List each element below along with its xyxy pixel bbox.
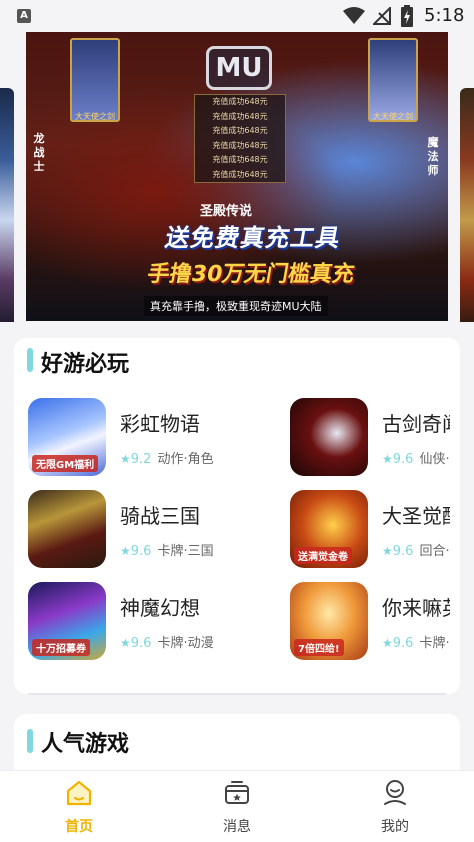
game-name: 彩虹物语 xyxy=(120,412,200,436)
previous-banner-peek[interactable] xyxy=(0,88,14,322)
banner-game-logo: MU xyxy=(206,46,272,90)
section-title: 好游必玩 xyxy=(41,352,130,377)
message-box-icon xyxy=(225,781,249,804)
game-meta: ★9.6 仙侠·角色 xyxy=(382,448,450,467)
thumbnail-promo-text: 无限GM福利 xyxy=(32,455,99,472)
game-item[interactable]: 古剑奇闻录 ★9.6 仙侠·角色 xyxy=(290,398,450,476)
banner-class-tag-right: 魔法师 xyxy=(427,136,439,177)
banner-hero-card-left: 大天使之剑 xyxy=(70,38,120,122)
game-name: 大圣觉醒 xyxy=(382,504,450,528)
section-accent-bar xyxy=(27,729,33,753)
banner-card-caption: 大天使之剑 xyxy=(373,112,413,121)
game-rating: 9.6 xyxy=(392,452,414,467)
banner-slogan-secondary: 手撸30万无门槛真充 xyxy=(145,262,357,287)
game-thumbnail[interactable]: 无限GM福利 xyxy=(28,398,106,476)
game-rating: 9.6 xyxy=(392,544,414,559)
banner-class-tag-left: 龙战士 xyxy=(33,132,45,173)
section-title: 人气游戏 xyxy=(41,732,130,757)
game-thumbnail[interactable]: 7倍四给! xyxy=(290,582,368,660)
thumbnail-promo-text: 7倍四给! xyxy=(294,639,344,656)
rating-star-icon: ★ xyxy=(382,544,393,558)
clock: 5:18 xyxy=(424,5,465,26)
battery-charging-icon xyxy=(401,5,413,27)
sim-indicator-icon: A xyxy=(17,9,31,23)
tab-home[interactable]: 首页 xyxy=(39,779,119,839)
game-name: 你来嘛英雄 xyxy=(382,596,450,620)
game-meta: ★9.6 卡牌·动漫 xyxy=(120,632,214,651)
banner-hero-card-right: 大天使之剑 xyxy=(368,38,418,122)
game-name: 古剑奇闻录 xyxy=(382,412,450,436)
game-rating: 9.6 xyxy=(392,636,414,651)
game-thumbnail[interactable] xyxy=(28,490,106,568)
tab-profile[interactable]: 我的 xyxy=(355,779,435,839)
recharge-log-line: 充值成功648元 xyxy=(212,169,268,179)
recharge-log-line: 充值成功648元 xyxy=(212,155,268,164)
game-tags: 卡牌·动漫 xyxy=(157,636,214,651)
game-name: 神魔幻想 xyxy=(120,596,200,620)
game-tags: 动作·角色 xyxy=(157,452,214,467)
no-signal-icon xyxy=(373,7,391,25)
next-banner-peek[interactable] xyxy=(460,88,474,322)
game-name: 骑战三国 xyxy=(120,504,200,528)
game-thumbnail[interactable] xyxy=(290,398,368,476)
status-bar: A 5:18 xyxy=(0,0,474,32)
game-thumbnail[interactable]: 送满觉金卷 xyxy=(290,490,368,568)
section-accent-bar xyxy=(27,348,33,372)
game-tags: 仙侠·角色 xyxy=(419,452,450,467)
game-meta: ★9.6 卡牌·动漫 xyxy=(382,632,450,651)
home-icon xyxy=(66,780,92,806)
recharge-log-line: 充值成功648元 xyxy=(212,126,268,135)
game-meta: ★9.6 回合·西游 xyxy=(382,540,450,559)
banner-recharge-log: 充值成功648元 充值成功648元 充值成功648元 充值成功648元 充值成功… xyxy=(194,94,286,183)
tab-messages[interactable]: 消息 xyxy=(197,779,277,839)
recharge-log-line: 充值成功648元 xyxy=(212,97,268,106)
banner-carousel[interactable]: 大天使之剑 MU 大天使之剑 充值成功648元 充值成功648元 充值成功648… xyxy=(0,32,474,322)
tab-label: 首页 xyxy=(65,819,93,835)
tab-label: 消息 xyxy=(223,819,251,835)
tab-label: 我的 xyxy=(381,819,409,835)
game-meta: ★9.6 卡牌·三国 xyxy=(120,540,214,559)
wifi-icon xyxy=(343,7,365,24)
game-item[interactable]: 7倍四给! 你来嘛英雄 ★9.6 卡牌·动漫 xyxy=(290,582,450,660)
bottom-tab-bar: 首页 消息 我的 xyxy=(0,770,474,842)
thumbnail-promo-text: 十万招募券 xyxy=(32,639,90,656)
game-thumbnail[interactable]: 十万招募券 xyxy=(28,582,106,660)
banner-slide[interactable]: 大天使之剑 MU 大天使之剑 充值成功648元 充值成功648元 充值成功648… xyxy=(26,32,448,321)
section-divider xyxy=(28,693,446,695)
game-rating: 9.6 xyxy=(130,544,152,559)
game-item[interactable]: 送满觉金卷 大圣觉醒 ★9.6 回合·西游 xyxy=(290,490,450,568)
game-tags: 卡牌·三国 xyxy=(157,544,214,559)
game-item[interactable]: 骑战三国 ★9.6 卡牌·三国 xyxy=(28,490,218,568)
banner-card-caption: 大天使之剑 xyxy=(75,112,115,121)
game-tags: 卡牌·动漫 xyxy=(419,636,450,651)
recharge-log-line: 充值成功648元 xyxy=(212,111,268,121)
banner-slogan-primary: 送免费真充工具 xyxy=(163,224,344,252)
banner-footer-text: 真充靠手撸，极致重现奇迹MU大陆 xyxy=(144,296,328,316)
game-tags: 回合·西游 xyxy=(419,544,450,559)
rating-star-icon: ★ xyxy=(382,636,393,650)
profile-icon xyxy=(384,780,406,805)
banner-subtitle: 圣殿传说 xyxy=(200,204,253,219)
game-item[interactable]: 十万招募券 神魔幻想 ★9.6 卡牌·动漫 xyxy=(28,582,218,660)
game-rating: 9.6 xyxy=(130,636,152,651)
thumbnail-promo-text: 送满觉金卷 xyxy=(294,547,352,564)
game-meta: ★9.2 动作·角色 xyxy=(120,448,214,467)
rating-star-icon: ★ xyxy=(120,544,131,558)
rating-star-icon: ★ xyxy=(120,636,131,650)
game-item[interactable]: 无限GM福利 彩虹物语 ★9.2 动作·角色 xyxy=(28,398,218,476)
recharge-log-line: 充值成功648元 xyxy=(212,140,268,150)
rating-star-icon: ★ xyxy=(120,452,131,466)
rating-star-icon: ★ xyxy=(382,452,393,466)
game-rating: 9.2 xyxy=(130,452,152,467)
